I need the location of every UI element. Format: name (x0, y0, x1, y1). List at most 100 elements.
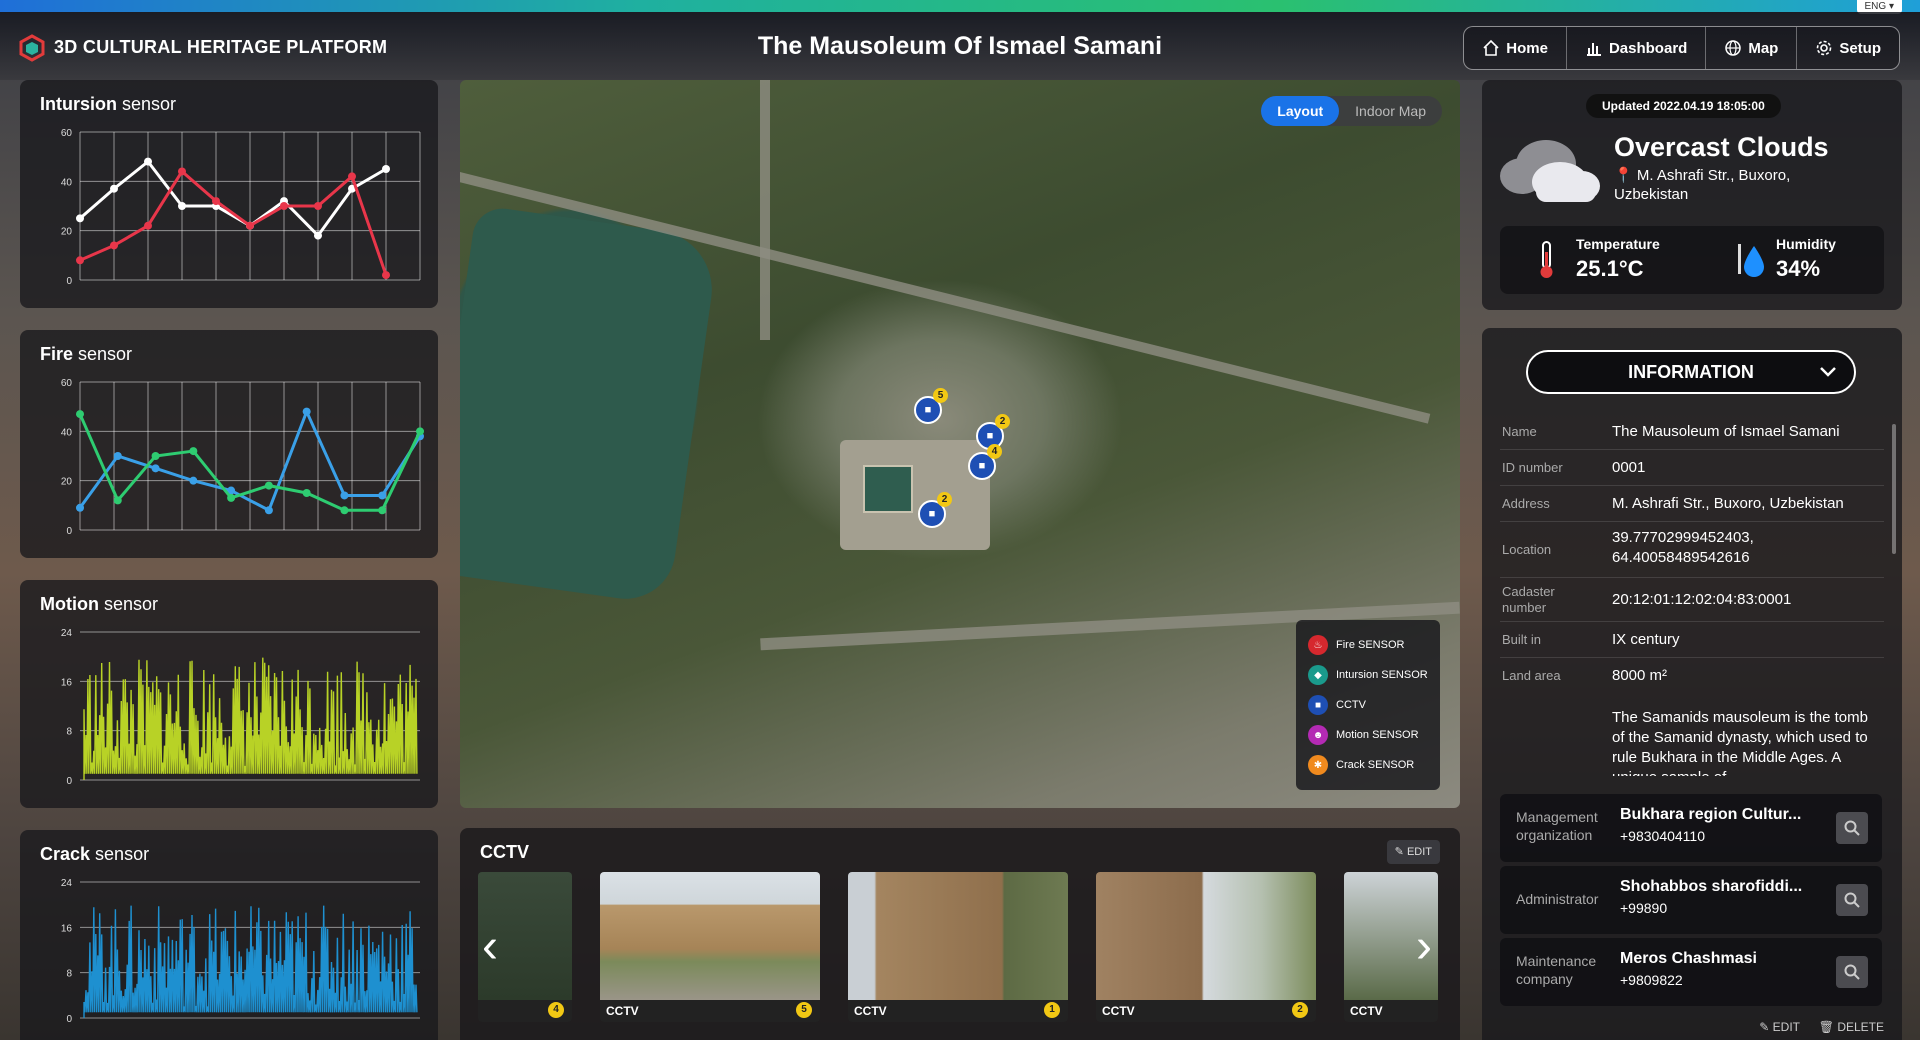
data-point (144, 157, 152, 166)
cctv-thumbnail[interactable]: CCTV 2 (1096, 872, 1316, 1022)
fire-icon: ♨ (1308, 635, 1328, 655)
data-point (76, 503, 84, 512)
cctv-marker[interactable]: ■ 4 (968, 444, 1002, 480)
legend-item: ■ CCTV (1308, 690, 1428, 720)
map-legend: ♨ Fire SENSOR ◆ Intursion SENSOR ■ CCTV ☻ Mo… (1296, 620, 1440, 790)
cctv-caption: CCTV (1350, 1004, 1383, 1018)
info-edit-button[interactable]: ✎ EDIT (1759, 1020, 1800, 1040)
management-phone: +9830404110 (1620, 828, 1705, 844)
marker-number: 2 (937, 492, 952, 507)
map-view[interactable]: Layout Indoor Map ■ 5 ■ 2 ■ 4 ■ 2 ♨ Fire SENS… (460, 80, 1460, 808)
info-row-location: Location 39.77702999452403, 64.40058489542… (1500, 522, 1884, 578)
bar-chart-icon (1586, 43, 1601, 56)
crack-area-chart: 0 8 16 24 (61, 878, 420, 1025)
cctv-image (600, 872, 820, 1000)
data-point (416, 427, 424, 436)
heritage-description: The Samanids mausoleum is the tomb of th… (1612, 709, 1868, 776)
data-point (144, 221, 152, 230)
search-button[interactable] (1836, 956, 1868, 988)
cctv-icon: ■ (924, 404, 932, 416)
panel-title: Fire sensor (40, 344, 133, 364)
crack-sensor-panel: Crack sensor 0 8 16 24 (20, 830, 438, 1040)
panel-title: Crack sensor (40, 844, 150, 864)
location-pin-icon: 📍 (1614, 167, 1633, 184)
cctv-icon: ■ (928, 508, 936, 520)
crack-icon: ✱ (1308, 755, 1328, 775)
intrusion-sensor-panel: Intursion sensor 0 20 40 60 (20, 80, 438, 308)
map-lake (460, 204, 720, 606)
map-road (760, 80, 770, 340)
data-point (178, 202, 186, 210)
info-scrollbar[interactable] (1892, 424, 1896, 554)
maintenance-name: Meros Chashmasi (1620, 950, 1757, 967)
information-dropdown[interactable]: INFORMATION (1526, 350, 1856, 394)
info-row-cadaster: Cadaster number 20:12:01:12:02:04:83:0001 (1500, 578, 1884, 622)
cctv-thumbnail[interactable]: CCTV 5 (600, 872, 820, 1022)
signal-trace (83, 905, 418, 1018)
cctv-icon: ■ (986, 430, 994, 442)
marker-number: 4 (987, 444, 1002, 459)
temperature-label: Temperature (1576, 236, 1660, 252)
legend-item: ☻ Motion SENSOR (1308, 720, 1428, 750)
signal-trace (83, 657, 418, 780)
data-point (314, 231, 322, 240)
cctv-title: CCTV (480, 842, 529, 862)
y-tick-label: 20 (61, 477, 73, 488)
mausoleum-pool (863, 465, 913, 513)
y-tick-label: 8 (66, 727, 72, 738)
nav-dashboard[interactable]: Dashboard (1567, 27, 1707, 69)
data-point (382, 165, 390, 173)
y-tick-label: 16 (61, 923, 73, 934)
info-row-id: ID number 0001 (1500, 450, 1884, 486)
tab-indoor-map[interactable]: Indoor Map (1339, 96, 1442, 126)
search-icon (1844, 892, 1860, 908)
map-view-toggle: Layout Indoor Map (1261, 96, 1442, 126)
weather-panel: Updated 2022.04.19 18:05:00 Overcast Clo… (1482, 80, 1902, 310)
marker-number: 2 (995, 414, 1010, 429)
cctv-icon: ■ (978, 460, 986, 472)
maintenance-card: Maintenance company Meros Chashmasi +9809… (1500, 938, 1882, 1006)
shield-icon: ◆ (1308, 665, 1328, 685)
y-tick-label: 40 (61, 427, 73, 438)
thermometer-icon (1540, 241, 1553, 278)
weather-stats: Temperature 25.1°C Humidity 34% (1500, 226, 1884, 294)
management-card: Management organization Bukhara region Cu… (1500, 794, 1882, 862)
cctv-marker[interactable]: ■ 5 (914, 388, 948, 424)
cctv-marker[interactable]: ■ 2 (918, 492, 952, 528)
y-tick-label: 0 (66, 276, 72, 287)
nav-setup[interactable]: Setup (1797, 27, 1899, 69)
management-name: Bukhara region Cultur... (1620, 806, 1802, 823)
intrusion-line-chart: 0 20 40 60 (61, 128, 421, 287)
info-delete-button[interactable]: 🗑 DELETE (1819, 1020, 1884, 1040)
weather-address: 📍 M. Ashrafi Str., Buxoro, Uzbekistan (1614, 167, 1791, 203)
data-point (280, 202, 288, 210)
cloud-icon (1500, 140, 1600, 202)
cctv-edit-button[interactable]: ✎ EDIT (1386, 840, 1440, 864)
nav-map[interactable]: Map (1706, 27, 1798, 69)
camera-number-badge: 2 (1292, 1002, 1308, 1018)
cctv-thumbnail[interactable]: CCTV 1 (848, 872, 1068, 1022)
search-button[interactable] (1836, 812, 1868, 844)
legend-item: ✱ Crack SENSOR (1308, 750, 1428, 780)
y-tick-label: 24 (61, 878, 73, 889)
nav-home[interactable]: Home (1464, 27, 1567, 69)
panel-title: Motion sensor (40, 594, 159, 614)
camera-icon: ■ (1308, 695, 1328, 715)
data-point (302, 407, 311, 416)
nav-setup-label: Setup (1839, 39, 1881, 57)
cctv-next-arrow[interactable]: › (1416, 923, 1432, 971)
y-tick-label: 16 (61, 677, 73, 688)
nav-map-label: Map (1748, 39, 1779, 57)
administrator-card: Administrator Shohabbos sharofiddi... +9… (1500, 866, 1882, 934)
data-point (76, 256, 84, 265)
data-point (340, 506, 349, 515)
data-point (212, 197, 220, 206)
info-row-name: Name The Mausoleum of Ismael Samani (1500, 414, 1884, 450)
data-point (302, 489, 311, 497)
search-button[interactable] (1836, 884, 1868, 916)
data-point (189, 476, 198, 485)
cctv-prev-arrow[interactable]: ‹ (482, 923, 498, 971)
motion-sensor-panel: Motion sensor 0 8 16 24 (20, 580, 438, 808)
data-point (227, 493, 236, 502)
tab-layout[interactable]: Layout (1261, 96, 1340, 126)
